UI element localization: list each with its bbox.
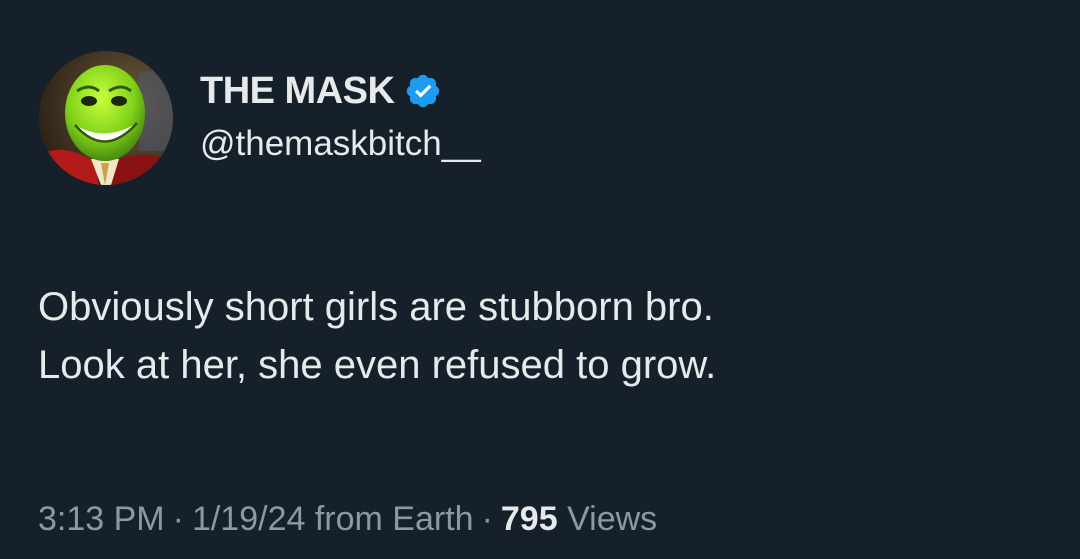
avatar[interactable]: [39, 51, 173, 185]
user-handle[interactable]: @themaskbitch__: [200, 124, 481, 164]
tweet-card: THE MASK @themaskbitch__ Obviously short…: [0, 0, 1080, 559]
tweet-text: Obviously short girls are stubborn bro. …: [38, 278, 1058, 394]
tweet-meta: 3:13 PM · 1/19/24 from Earth · 795 Views: [38, 500, 657, 539]
tweet-text-line: Obviously short girls are stubborn bro.: [38, 285, 714, 329]
name-row: THE MASK: [200, 66, 481, 116]
tweet-time[interactable]: 3:13 PM: [38, 500, 165, 538]
views-label: Views: [567, 500, 658, 538]
meta-separator: ·: [481, 500, 493, 538]
author-block: THE MASK @themaskbitch__: [200, 66, 481, 164]
display-name[interactable]: THE MASK: [200, 70, 395, 113]
meta-separator: ·: [172, 500, 184, 538]
verified-badge-icon: [404, 72, 442, 110]
tweet-date-source[interactable]: 1/19/24 from Earth: [192, 500, 474, 538]
mask-face-icon: [39, 51, 173, 185]
views-count: 795: [500, 500, 558, 538]
tweet-text-line: Look at her, she even refused to grow.: [38, 343, 717, 387]
